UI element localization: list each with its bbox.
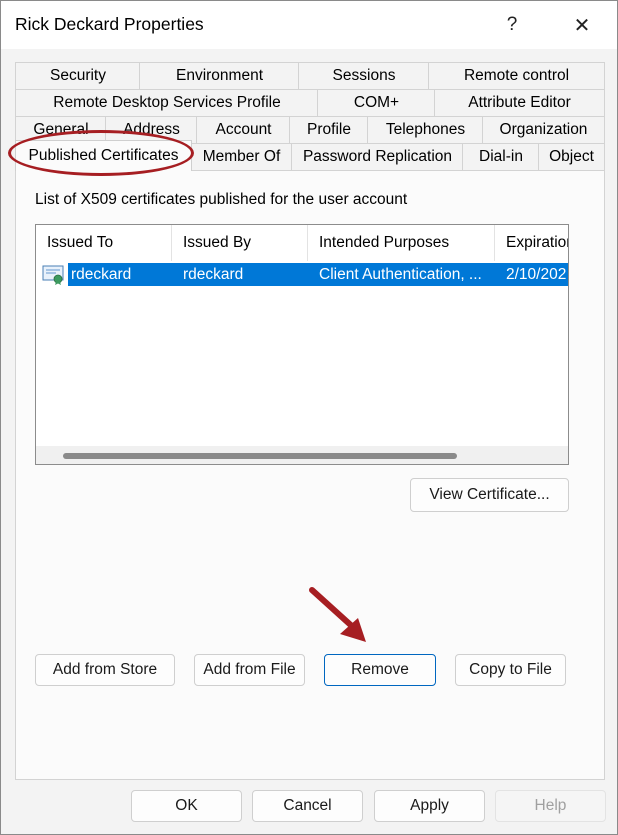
- column-expiration[interactable]: Expiration: [495, 225, 568, 261]
- remove-button[interactable]: Remove: [324, 654, 436, 686]
- certificate-icon: [42, 265, 64, 285]
- certificates-description: List of X509 certificates published for …: [35, 191, 408, 208]
- tab-password-replication[interactable]: Password Replication: [291, 143, 464, 170]
- apply-button[interactable]: Apply: [374, 790, 485, 822]
- tab-dial-in[interactable]: Dial-in: [462, 143, 540, 170]
- close-button[interactable]: ✕: [553, 1, 611, 49]
- cancel-button[interactable]: Cancel: [252, 790, 363, 822]
- list-header: Issued To Issued By Intended Purposes Ex…: [36, 225, 568, 261]
- tab-remote-desktop-services-profile[interactable]: Remote Desktop Services Profile: [15, 89, 319, 116]
- title-bar: Rick Deckard Properties ? ✕: [1, 1, 617, 49]
- table-row[interactable]: rdeckard rdeckard Client Authentication,…: [36, 263, 568, 286]
- certificates-list[interactable]: Issued To Issued By Intended Purposes Ex…: [35, 224, 569, 465]
- column-issued-to[interactable]: Issued To: [36, 225, 172, 261]
- cell-expiration: 2/10/202: [495, 263, 568, 286]
- horizontal-scrollbar[interactable]: [36, 446, 568, 464]
- add-from-file-button[interactable]: Add from File: [194, 654, 305, 686]
- column-issued-by[interactable]: Issued By: [172, 225, 308, 261]
- annotation-arrow-icon: [309, 587, 366, 642]
- cell-issued-by: rdeckard: [172, 263, 308, 286]
- tab-member-of[interactable]: Member Of: [190, 143, 293, 170]
- tab-profile[interactable]: Profile: [289, 116, 369, 143]
- tab-com-plus[interactable]: COM+: [317, 89, 436, 116]
- close-icon: ✕: [573, 14, 591, 37]
- tab-account[interactable]: Account: [196, 116, 291, 143]
- cell-issued-to: rdeckard: [68, 263, 172, 286]
- view-certificate-button[interactable]: View Certificate...: [410, 478, 569, 512]
- tab-sessions[interactable]: Sessions: [298, 62, 430, 89]
- ok-button[interactable]: OK: [131, 790, 242, 822]
- scrollbar-thumb[interactable]: [63, 453, 457, 459]
- column-intended-purposes[interactable]: Intended Purposes: [308, 225, 495, 261]
- help-footer-button: Help: [495, 790, 606, 822]
- tab-organization[interactable]: Organization: [482, 116, 605, 143]
- tab-general[interactable]: General: [15, 116, 107, 143]
- tab-security[interactable]: Security: [15, 62, 141, 89]
- tab-telephones[interactable]: Telephones: [367, 116, 484, 143]
- published-certificates-panel: List of X509 certificates published for …: [15, 170, 605, 780]
- tab-environment[interactable]: Environment: [139, 62, 300, 89]
- tab-remote-control[interactable]: Remote control: [428, 62, 605, 89]
- tab-attribute-editor[interactable]: Attribute Editor: [434, 89, 605, 116]
- cell-intended-purposes: Client Authentication, ...: [308, 263, 495, 286]
- help-button[interactable]: ?: [483, 1, 541, 49]
- tab-published-certificates[interactable]: Published Certificates: [15, 140, 192, 171]
- window-title: Rick Deckard Properties: [15, 14, 204, 34]
- help-icon: ?: [506, 14, 518, 35]
- tab-address[interactable]: Address: [105, 116, 198, 143]
- tab-object[interactable]: Object: [538, 143, 605, 170]
- properties-dialog: Rick Deckard Properties ? ✕ Security Env…: [0, 0, 618, 835]
- copy-to-file-button[interactable]: Copy to File: [455, 654, 566, 686]
- add-from-store-button[interactable]: Add from Store: [35, 654, 175, 686]
